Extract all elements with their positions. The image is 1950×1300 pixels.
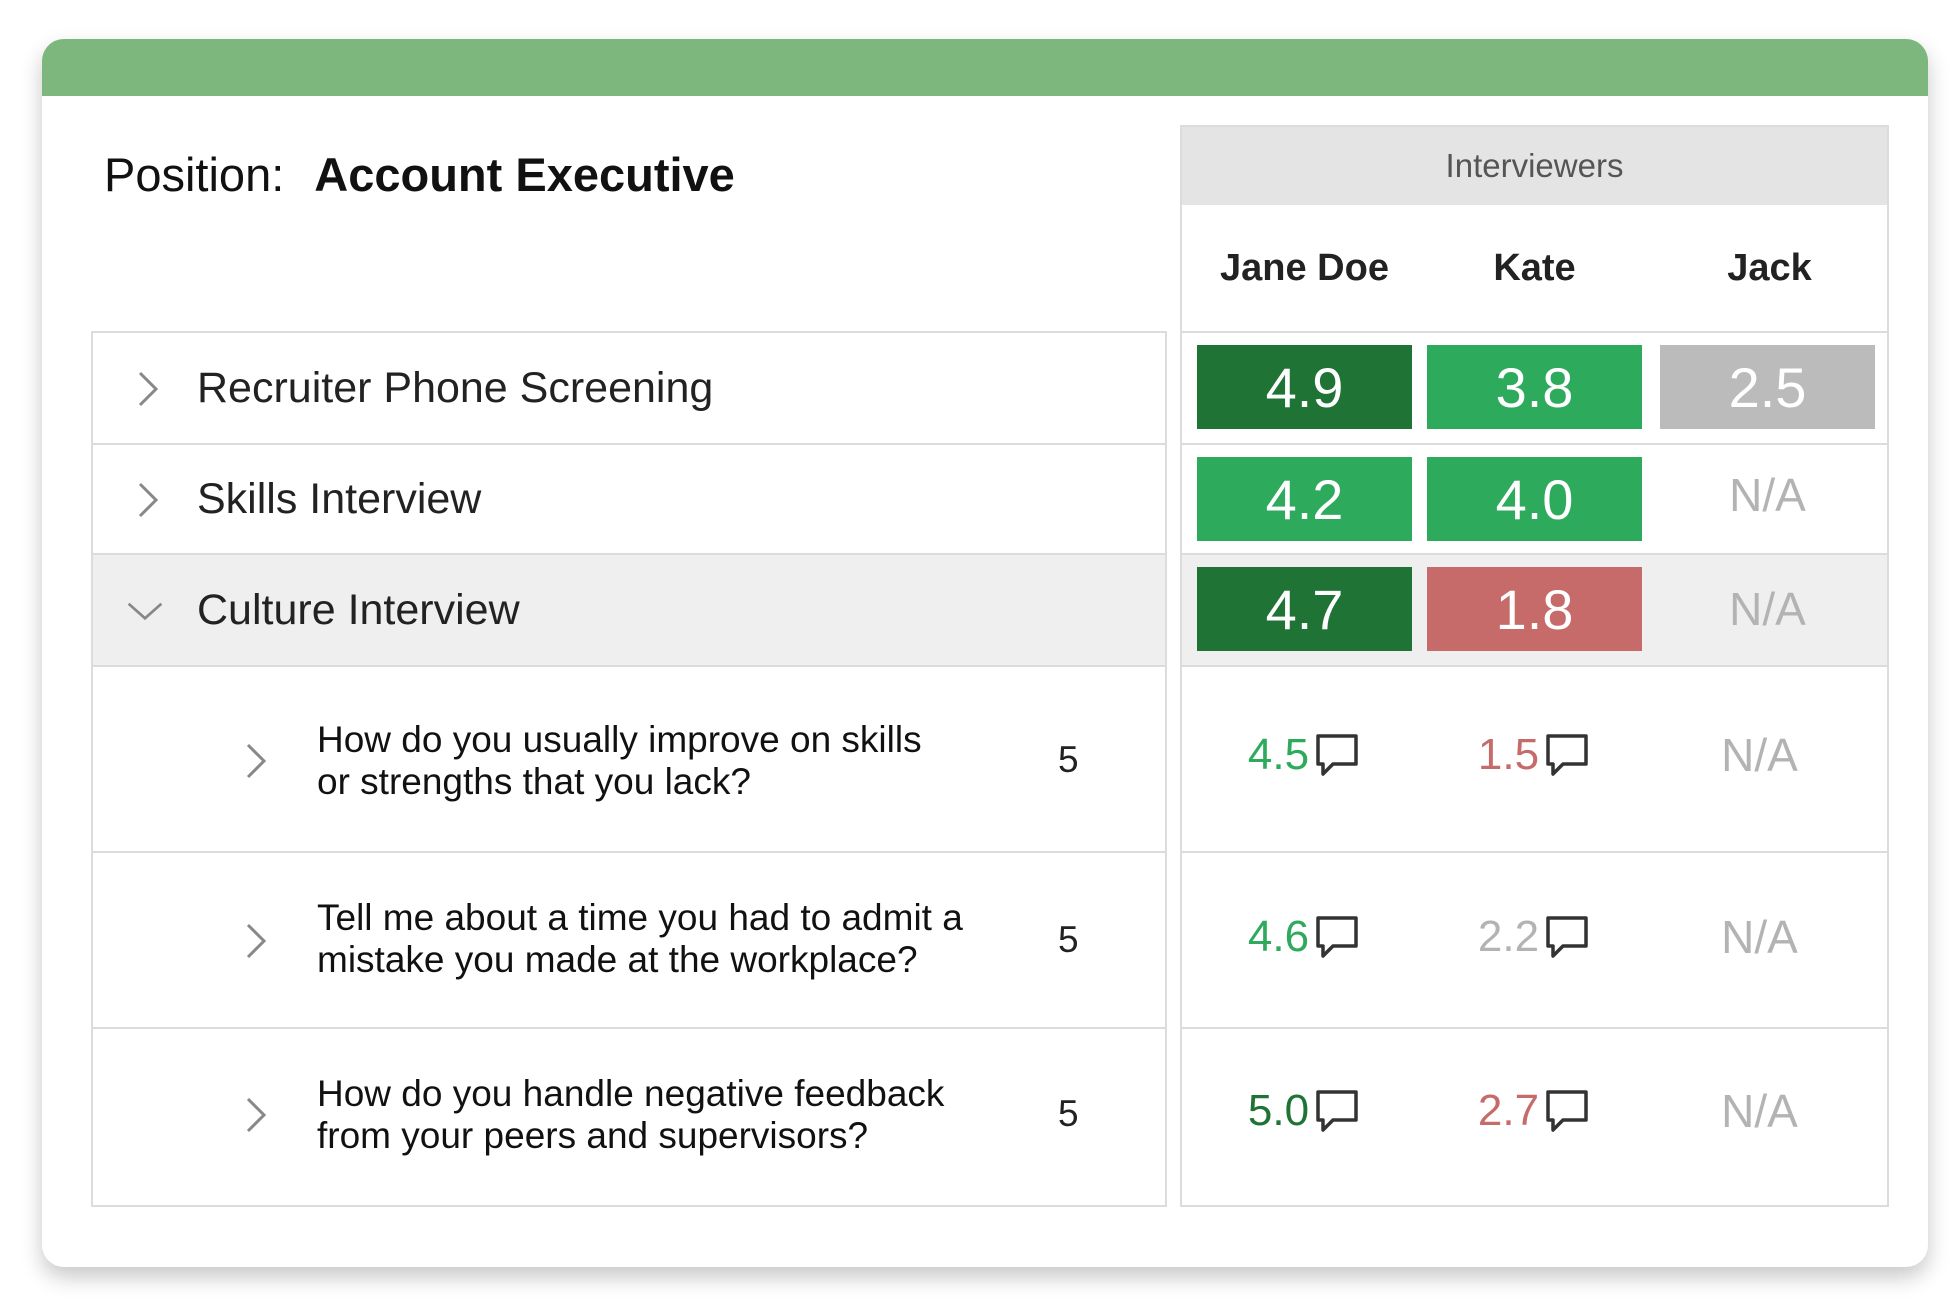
chevron-right-icon[interactable] (127, 480, 167, 520)
score-na: N/A (1729, 583, 1806, 635)
question-row[interactable]: How do you usually improve on skills or … (93, 667, 1165, 853)
question-max-score: 5 (1058, 919, 1079, 960)
position-label: Position: (104, 148, 285, 201)
score-na: N/A (1721, 1085, 1798, 1137)
question-score[interactable]: 2.2 (1427, 905, 1642, 969)
chevron-right-icon[interactable] (235, 1095, 275, 1135)
score-badge[interactable]: 1.8 (1427, 567, 1642, 651)
score-value: 4.6 (1247, 912, 1310, 961)
score-badge[interactable]: 3.8 (1427, 345, 1642, 429)
comment-icon[interactable] (1543, 731, 1591, 779)
chevron-down-icon[interactable] (125, 591, 165, 631)
question-score[interactable]: 4.6 (1197, 905, 1412, 969)
question-line: mistake you made at the workplace? (317, 939, 918, 980)
chevron-right-icon[interactable] (235, 741, 275, 781)
comment-icon[interactable] (1313, 913, 1361, 961)
question-score-row: 4.5 1.5 N/A (1182, 667, 1887, 853)
score-badge[interactable]: 4.7 (1197, 567, 1412, 651)
question-max-score: 5 (1058, 739, 1079, 780)
stage-row-culture-interview[interactable]: Culture Interview (93, 555, 1165, 667)
score-na: N/A (1729, 469, 1806, 521)
comment-icon[interactable] (1313, 1087, 1361, 1135)
stage-score-row: 4.7 1.8 N/A (1182, 555, 1887, 667)
interviewer-names-row: Jane Doe Kate Jack (1182, 205, 1887, 333)
comment-icon[interactable] (1313, 731, 1361, 779)
question-row[interactable]: How do you handle negative feedback from… (93, 1029, 1165, 1209)
question-score-row: 5.0 2.7 N/A (1182, 1029, 1887, 1205)
question-score[interactable]: 2.7 (1427, 1079, 1642, 1143)
stage-row-skills-interview[interactable]: Skills Interview (93, 445, 1165, 555)
score-badge[interactable]: 4.2 (1197, 457, 1412, 541)
question-text: Tell me about a time you had to admit a … (317, 897, 967, 981)
comment-icon[interactable] (1543, 913, 1591, 961)
question-line: Tell me about a time you had to admit a (317, 897, 963, 938)
interviewer-name[interactable]: Kate (1427, 205, 1642, 331)
question-text: How do you handle negative feedback from… (317, 1073, 967, 1157)
score-badge[interactable]: 4.9 (1197, 345, 1412, 429)
stage-label: Skills Interview (197, 475, 482, 523)
question-text: How do you usually improve on skills or … (317, 719, 967, 803)
comment-icon[interactable] (1543, 1087, 1591, 1135)
question-score[interactable]: 4.5 (1197, 723, 1412, 787)
scorecard-card: Position: Account Executive Recruiter Pho… (42, 39, 1928, 1267)
score-value: 2.7 (1477, 1086, 1540, 1135)
question-max-score: 5 (1058, 1093, 1079, 1134)
interviewers-table: Interviewers Jane Doe Kate Jack 4.9 3.8 … (1180, 125, 1889, 1207)
question-score[interactable]: 1.5 (1427, 723, 1642, 787)
chevron-right-icon[interactable] (127, 369, 167, 409)
position-value: Account Executive (314, 148, 735, 201)
stages-table: Recruiter Phone Screening Skills Intervi… (91, 331, 1167, 1207)
score-badge[interactable]: 4.0 (1427, 457, 1642, 541)
position-title: Position: Account Executive (104, 147, 735, 202)
stage-label: Recruiter Phone Screening (197, 364, 714, 412)
interviewer-name[interactable]: Jack (1662, 205, 1877, 331)
question-line: How do you usually improve on skills (317, 719, 922, 760)
question-score[interactable]: 5.0 (1197, 1079, 1412, 1143)
stage-row-recruiter-phone-screening[interactable]: Recruiter Phone Screening (93, 333, 1165, 445)
stage-label: Culture Interview (197, 586, 520, 634)
question-score-row: 4.6 2.2 N/A (1182, 853, 1887, 1029)
card-header-bar (42, 39, 1928, 96)
chevron-right-icon[interactable] (235, 921, 275, 961)
score-value: 2.2 (1477, 912, 1540, 961)
score-value: 5.0 (1247, 1086, 1310, 1135)
stage-score-row: 4.9 3.8 2.5 (1182, 331, 1887, 445)
stage-score-row: 4.2 4.0 N/A (1182, 445, 1887, 555)
score-value: 1.5 (1477, 730, 1540, 779)
question-row[interactable]: Tell me about a time you had to admit a … (93, 853, 1165, 1029)
question-line: from your peers and supervisors? (317, 1115, 869, 1156)
score-na: N/A (1721, 729, 1798, 781)
question-line: How do you handle negative feedback (317, 1073, 945, 1114)
score-na: N/A (1721, 911, 1798, 963)
interviewer-name[interactable]: Jane Doe (1197, 205, 1412, 331)
score-value: 4.5 (1247, 730, 1310, 779)
score-badge[interactable]: 2.5 (1660, 345, 1875, 429)
interviewers-header: Interviewers (1182, 127, 1887, 205)
question-line: or strengths that you lack? (317, 761, 751, 802)
